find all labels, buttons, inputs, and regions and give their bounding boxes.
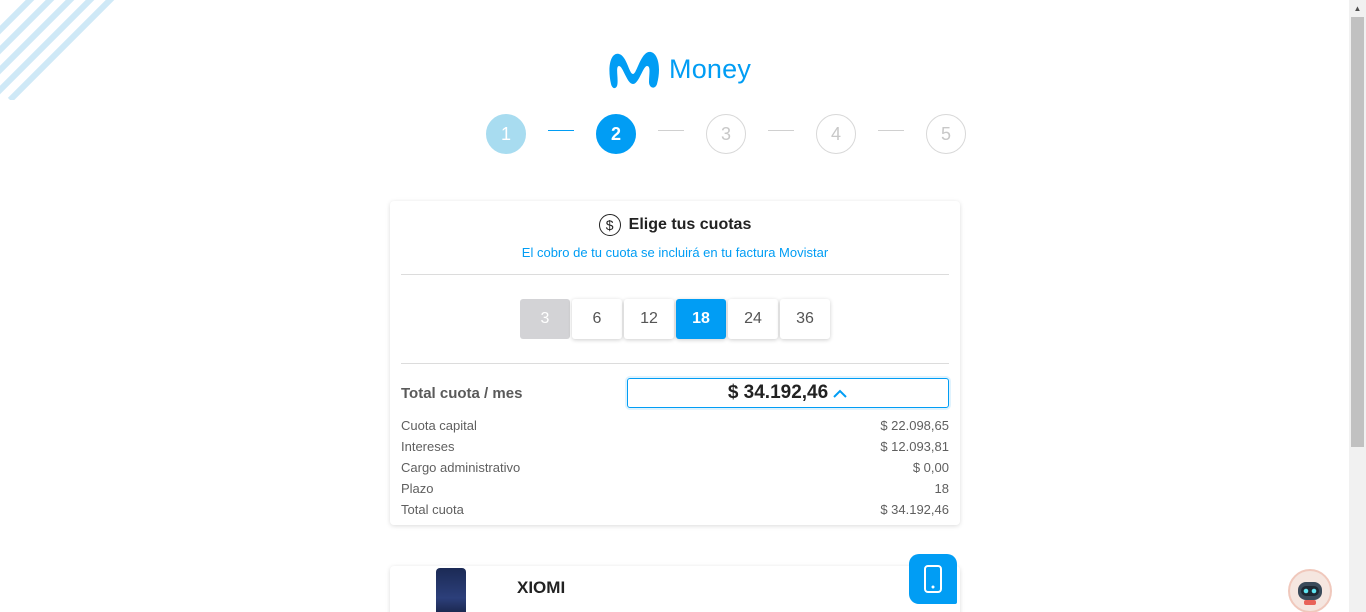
money-logo: Money (603, 46, 751, 92)
detail-value: $ 12.093,81 (880, 439, 949, 454)
robot-icon (1298, 582, 1322, 605)
scrollbar-thumb[interactable] (1351, 17, 1364, 447)
step-connector (548, 129, 574, 131)
installments-card: $ Elige tus cuotas El cobro de tu cuota … (390, 201, 960, 525)
detail-value: $ 0,00 (912, 460, 949, 475)
detail-label: Cuota capital (401, 418, 477, 433)
term-option-12[interactable]: 12 (624, 299, 674, 339)
detail-value: $ 34.192,46 (880, 502, 949, 517)
step-1: 1 (486, 114, 526, 154)
step-3: 3 (706, 114, 746, 154)
detail-label: Cargo administrativo (401, 460, 521, 475)
term-option-36[interactable]: 36 (780, 299, 830, 339)
installments-subtitle: El cobro de tu cuota se incluirá en tu f… (521, 245, 829, 260)
installments-header: $ Elige tus cuotas El cobro de tu cuota … (390, 201, 960, 260)
detail-row: Cargo administrativo $ 0,00 (401, 457, 949, 478)
logo-text: Money (669, 53, 752, 84)
detail-value: $ 22.098,65 (880, 418, 949, 433)
detail-value: 18 (934, 481, 949, 496)
movistar-m-icon (609, 51, 659, 89)
chat-bot-button[interactable] (1288, 569, 1332, 612)
step-2: 2 (596, 114, 636, 154)
detail-label: Plazo (401, 481, 434, 496)
dollar-circle-icon: $ (598, 214, 621, 236)
installments-title: Elige tus cuotas (628, 216, 752, 233)
detail-row: Total cuota $ 34.192,46 (401, 499, 949, 520)
step-4: 4 (816, 114, 856, 154)
term-option-3: 3 (520, 299, 570, 339)
term-option-18[interactable]: 18 (676, 299, 726, 339)
term-option-6[interactable]: 6 (572, 299, 622, 339)
detail-row: Plazo 18 (401, 478, 949, 499)
vertical-scrollbar[interactable]: ▲ (1349, 0, 1366, 612)
step-connector (768, 129, 794, 131)
detail-row: Intereses $ 12.093,81 (401, 436, 949, 457)
step-connector (878, 129, 904, 131)
product-image (436, 568, 466, 612)
detail-row: Cuota capital $ 22.098,65 (401, 415, 949, 436)
divider (401, 363, 949, 364)
detail-label: Total cuota (401, 502, 464, 517)
scroll-up-arrow[interactable]: ▲ (1349, 0, 1366, 17)
total-label: Total cuota / mes (401, 384, 523, 402)
corner-decoration (0, 0, 115, 100)
product-badge (909, 554, 957, 604)
progress-steps: 1 2 3 4 5 (486, 114, 966, 154)
total-value: $ 34.192,46 (727, 382, 829, 403)
smartphone-icon (924, 565, 942, 593)
total-row: Total cuota / mes $ 34.192,46 (401, 378, 949, 408)
term-option-24[interactable]: 24 (728, 299, 778, 339)
product-card: XIOMI (390, 566, 960, 612)
product-name: XIOMI (517, 578, 566, 597)
total-toggle[interactable]: $ 34.192,46 (627, 378, 949, 408)
term-selector: 3 6 12 18 24 36 (520, 299, 830, 339)
step-connector (658, 129, 684, 131)
installment-details: Cuota capital $ 22.098,65 Intereses $ 12… (401, 415, 949, 520)
divider (401, 274, 949, 275)
step-5: 5 (926, 114, 966, 154)
chevron-up-icon (833, 389, 847, 398)
detail-label: Intereses (401, 439, 455, 454)
